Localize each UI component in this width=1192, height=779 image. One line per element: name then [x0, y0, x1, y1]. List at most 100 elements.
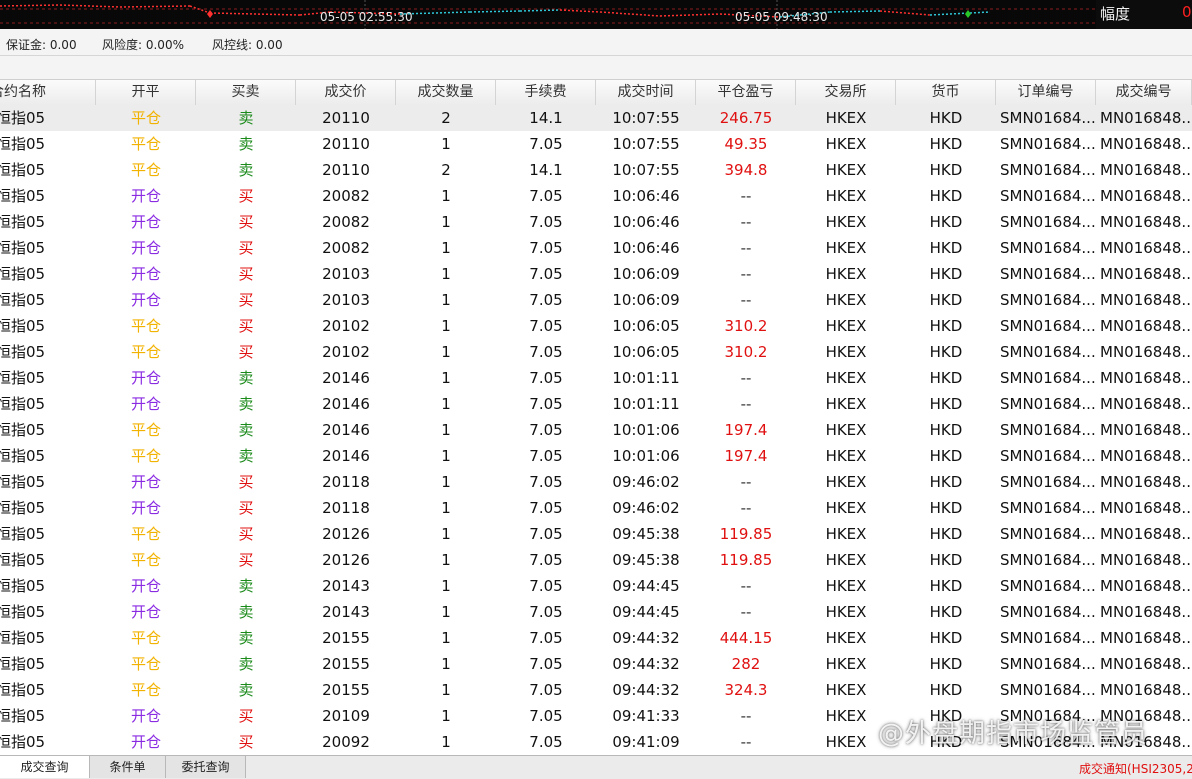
cell-exchange: HKEX	[825, 421, 867, 439]
tab-order-query[interactable]: 委托查询	[166, 756, 246, 778]
cell-quantity: 1	[441, 603, 451, 621]
cell-contract-name: 恒指05	[0, 187, 46, 205]
cell-currency: HKD	[929, 291, 963, 309]
table-row[interactable]: 恒指05 平仓 买 20102 1 7.05 10:06:05 310.2 HKEX HKD SMN…	[0, 313, 1192, 339]
cell-buy-sell: 卖	[238, 369, 254, 387]
table-row[interactable]: 恒指05 平仓 卖 20146 1 7.05 10:01:06 197.4 HKEX HKD SMN…	[0, 417, 1192, 443]
header-quantity[interactable]: 成交数量	[396, 80, 496, 105]
chart-price-segment	[599, 11, 661, 17]
table-row[interactable]: 恒指05 平仓 卖 20155 1 7.05 09:44:32 282 HKEX HKD SMN01…	[0, 651, 1192, 677]
cell-exchange: HKEX	[825, 603, 867, 621]
cell-fee: 14.1	[529, 161, 563, 179]
cell-trade-id: MN016848...	[1100, 369, 1192, 387]
cell-close-pnl: 444.15	[719, 629, 773, 647]
cell-time: 10:06:05	[612, 317, 680, 335]
table-row[interactable]: 恒指05 平仓 卖 20155 1 7.05 09:44:32 444.15 HKEX HKD SM…	[0, 625, 1192, 651]
cell-order-id: SMN01684...	[1000, 109, 1096, 127]
header-open-close[interactable]: 开平	[96, 80, 196, 105]
header-buy-sell[interactable]: 买卖	[196, 80, 296, 105]
cell-close-pnl: --	[740, 707, 752, 725]
chart-price-segment	[519, 9, 561, 12]
cell-time: 09:41:09	[612, 733, 680, 751]
cell-currency: HKD	[929, 525, 963, 543]
cell-trade-id: MN016848...	[1100, 577, 1192, 595]
table-row[interactable]: 恒指05 开仓 卖 20146 1 7.05 10:01:11 -- HKEX HKD SMN016…	[0, 365, 1192, 391]
cell-time: 10:06:46	[612, 187, 680, 205]
table-row[interactable]: 恒指05 平仓 卖 20155 1 7.05 09:44:32 324.3 HKEX HKD SMN…	[0, 677, 1192, 703]
mini-chart-strip: 05-05 02:55:30 05-05 09:48:30	[0, 0, 1096, 29]
cell-currency: HKD	[929, 161, 963, 179]
cell-exchange: HKEX	[825, 317, 867, 335]
header-order-id[interactable]: 订单编号	[996, 80, 1096, 105]
cell-order-id: SMN01684...	[1000, 655, 1096, 673]
cell-buy-sell: 卖	[238, 135, 254, 153]
cell-contract-name: 恒指05	[0, 447, 46, 465]
header-exchange[interactable]: 交易所	[796, 80, 896, 105]
table-row[interactable]: 恒指05 平仓 卖 20110 2 14.1 10:07:55 246.75 HKEX HKD SM…	[0, 105, 1192, 131]
cell-price: 20118	[322, 473, 370, 491]
table-row[interactable]: 恒指05 开仓 买 20118 1 7.05 09:46:02 -- HKEX HKD SMN016…	[0, 495, 1192, 521]
cell-buy-sell: 买	[238, 213, 254, 231]
table-row[interactable]: 恒指05 开仓 买 20082 1 7.05 10:06:46 -- HKEX HKD SMN016…	[0, 183, 1192, 209]
header-close-pnl[interactable]: 平仓盈亏	[696, 80, 796, 105]
cell-close-pnl: --	[740, 213, 752, 231]
cell-quantity: 1	[441, 655, 451, 673]
cell-open-close: 开仓	[130, 187, 161, 205]
table-row[interactable]: 恒指05 开仓 买 20082 1 7.05 10:06:46 -- HKEX HKD SMN016…	[0, 235, 1192, 261]
cell-open-close: 平仓	[130, 681, 161, 699]
cell-close-pnl: 324.3	[724, 681, 768, 699]
table-row[interactable]: 恒指05 平仓 买 20102 1 7.05 10:06:05 310.2 HKEX HKD SMN…	[0, 339, 1192, 365]
header-contract-name[interactable]: 合约名称	[0, 80, 96, 105]
cell-close-pnl: 246.75	[719, 109, 773, 127]
table-row[interactable]: 恒指05 开仓 买 20103 1 7.05 10:06:09 -- HKEX HKD SMN016…	[0, 287, 1192, 313]
cell-exchange: HKEX	[825, 447, 867, 465]
cell-quantity: 1	[441, 135, 451, 153]
trade-notification[interactable]: 成交通知(HSI2305,20	[1079, 760, 1192, 777]
cell-time: 09:41:33	[612, 707, 680, 725]
cell-currency: HKD	[929, 343, 963, 361]
amplitude-label: 幅度	[1100, 5, 1131, 23]
cell-time: 09:45:38	[612, 525, 680, 543]
cell-currency: HKD	[929, 551, 963, 569]
cell-open-close: 平仓	[130, 525, 161, 543]
chart-price-segment	[879, 10, 931, 16]
cell-time: 10:06:09	[612, 291, 680, 309]
cell-exchange: HKEX	[825, 473, 867, 491]
header-price[interactable]: 成交价	[296, 80, 396, 105]
header-trade-id[interactable]: 成交编号	[1096, 80, 1192, 105]
table-row[interactable]: 恒指05 开仓 买 20118 1 7.05 09:46:02 -- HKEX HKD SMN016…	[0, 469, 1192, 495]
header-time[interactable]: 成交时间	[596, 80, 696, 105]
cell-currency: HKD	[929, 317, 963, 335]
chart-price-segment	[119, 5, 191, 8]
cell-open-close: 平仓	[130, 343, 161, 361]
cell-exchange: HKEX	[825, 265, 867, 283]
cell-open-close: 开仓	[130, 395, 161, 413]
table-row[interactable]: 恒指05 平仓 卖 20110 1 7.05 10:07:55 49.35 HKEX HKD SMN…	[0, 131, 1192, 157]
table-row[interactable]: 恒指05 开仓 买 20082 1 7.05 10:06:46 -- HKEX HKD SMN016…	[0, 209, 1192, 235]
cell-order-id: SMN01684...	[1000, 343, 1096, 361]
cell-exchange: HKEX	[825, 369, 867, 387]
header-fee[interactable]: 手续费	[496, 80, 596, 105]
table-row[interactable]: 恒指05 平仓 卖 20110 2 14.1 10:07:55 394.8 HKEX HKD SMN…	[0, 157, 1192, 183]
cell-trade-id: MN016848...	[1100, 681, 1192, 699]
cell-price: 20143	[322, 603, 370, 621]
cell-contract-name: 恒指05	[0, 213, 46, 231]
cell-fee: 7.05	[529, 187, 563, 205]
table-row[interactable]: 恒指05 开仓 买 20103 1 7.05 10:06:09 -- HKEX HKD SMN016…	[0, 261, 1192, 287]
table-row[interactable]: 恒指05 平仓 卖 20146 1 7.05 10:01:06 197.4 HKEX HKD SMN…	[0, 443, 1192, 469]
table-row[interactable]: 恒指05 开仓 卖 20146 1 7.05 10:01:11 -- HKEX HKD SMN016…	[0, 391, 1192, 417]
cell-contract-name: 恒指05	[0, 109, 46, 127]
tab-trade-query[interactable]: 成交查询	[0, 756, 90, 778]
header-currency[interactable]: 货币	[896, 80, 996, 105]
cell-price: 20146	[322, 421, 370, 439]
cell-currency: HKD	[929, 239, 963, 257]
tab-conditional-orders[interactable]: 条件单	[90, 756, 166, 778]
cell-quantity: 1	[441, 629, 451, 647]
chart-price-segment	[59, 4, 121, 8]
table-row[interactable]: 恒指05 开仓 卖 20143 1 7.05 09:44:45 -- HKEX HKD SMN016…	[0, 573, 1192, 599]
cell-order-id: SMN01684...	[1000, 187, 1096, 205]
table-row[interactable]: 恒指05 平仓 买 20126 1 7.05 09:45:38 119.85 HKEX HKD SM…	[0, 547, 1192, 573]
table-row[interactable]: 恒指05 开仓 卖 20143 1 7.05 09:44:45 -- HKEX HKD SMN016…	[0, 599, 1192, 625]
cell-contract-name: 恒指05	[0, 239, 46, 257]
table-row[interactable]: 恒指05 平仓 买 20126 1 7.05 09:45:38 119.85 HKEX HKD SM…	[0, 521, 1192, 547]
